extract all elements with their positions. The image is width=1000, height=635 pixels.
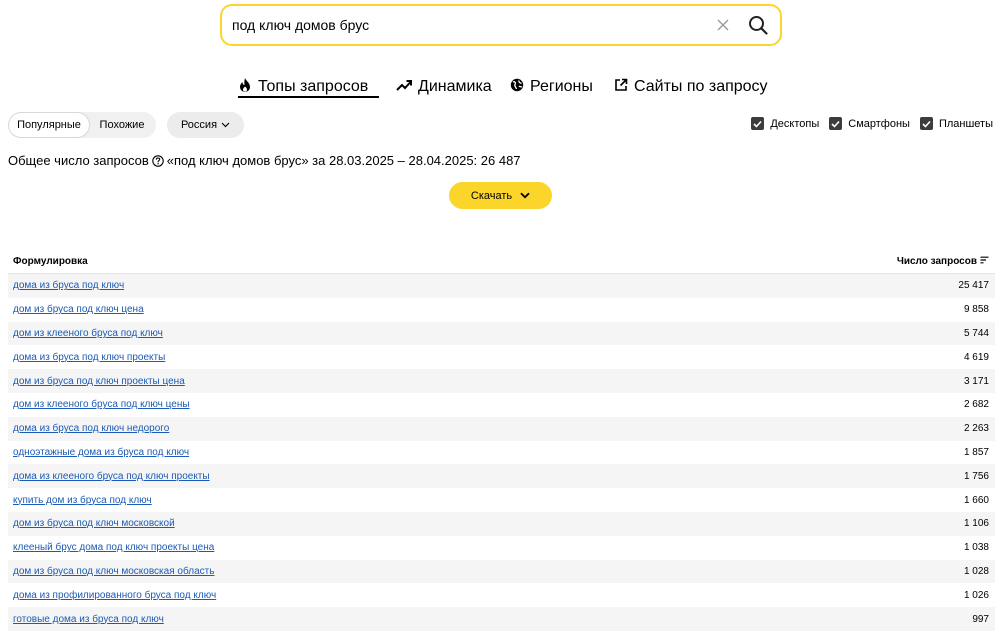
help-icon[interactable] [152, 154, 164, 167]
download-button[interactable]: Скачать [449, 182, 552, 209]
query-count: 3 171 [963, 375, 989, 387]
table-row: дом из бруса под ключ московская область… [8, 559, 995, 584]
query-link[interactable]: дома из бруса под ключ недорого [13, 423, 169, 434]
checkbox-checked-icon [751, 117, 765, 130]
clear-icon[interactable] [712, 14, 734, 36]
trend-up-icon [396, 78, 412, 97]
mode-switch: Популярные Похожие [8, 112, 156, 138]
search-bar [220, 4, 782, 46]
summary-prefix: Общее число запросов [8, 153, 149, 168]
active-tab-indicator [238, 96, 379, 98]
checkbox-label: Десктопы [770, 117, 820, 130]
device-filters: Десктопы Смартфоны Планшеты [751, 117, 993, 130]
table-row: дом из бруса под ключ проекты цена 3 171 [8, 369, 995, 393]
checkbox-label: Планшеты [938, 117, 993, 130]
query-count: 9 858 [963, 304, 989, 316]
region-label: Россия [180, 119, 218, 131]
query-link[interactable]: дом из бруса под ключ московская область [13, 566, 214, 577]
table-row: купить дом из бруса под ключ 1 660 [8, 488, 995, 512]
external-link-icon [614, 78, 628, 97]
query-link[interactable]: готовые дома из бруса под ключ [13, 614, 164, 625]
checkbox-label: Смартфоны [848, 117, 910, 130]
query-link[interactable]: клееный брус дома под ключ проекты цена [13, 542, 214, 553]
checkbox-tablets[interactable]: Планшеты [919, 117, 993, 130]
table-row: готовые дома из бруса под ключ 997 [8, 607, 995, 631]
tab-label: Динамика [418, 78, 492, 95]
table-row: дом из клееного бруса под ключ цены 2 682 [8, 393, 995, 417]
column-header-count[interactable]: Число запросов [897, 256, 989, 267]
tab-regions[interactable]: Регионы [510, 76, 593, 98]
query-count: 25 417 [958, 280, 989, 292]
mode-popular[interactable]: Популярные [9, 113, 89, 137]
table-body: дома из бруса под ключ 25 417 дом из бруса… [8, 274, 995, 631]
tab-label: Сайты по запросу [634, 78, 768, 95]
sort-icon [980, 256, 989, 267]
region-select[interactable]: Россия [167, 112, 244, 138]
query-count: 1 756 [963, 470, 989, 482]
table-header: Формулировка Число запросов [8, 250, 995, 274]
query-link[interactable]: дома из профилированного бруса под ключ [13, 590, 216, 601]
query-count: 1 038 [963, 542, 989, 554]
table-row: дом из бруса под ключ цена 9 858 [8, 298, 995, 322]
column-header-phrase: Формулировка [13, 256, 88, 267]
column-header-count-label: Число запросов [896, 256, 977, 267]
query-count: 1 660 [963, 494, 989, 506]
search-icon[interactable] [746, 13, 770, 37]
total-summary: Общее число запросов «под ключ домов бру… [8, 153, 521, 168]
tab-label: Топы запросов [258, 78, 369, 95]
query-link[interactable]: дом из клееного бруса под ключ [13, 328, 163, 339]
query-count: 1 028 [963, 565, 989, 577]
download-label: Скачать [470, 189, 513, 202]
checkbox-checked-icon [919, 117, 933, 130]
query-count: 2 263 [963, 423, 989, 435]
tab-top-queries[interactable]: Топы запросов [238, 76, 368, 98]
query-link[interactable]: одноэтажные дома из бруса под ключ [13, 447, 189, 458]
tab-bar: Топы запросов Динамика Регионы Сайты по … [238, 76, 768, 98]
table-row: дом из клееного бруса под ключ 5 744 [8, 321, 995, 346]
tab-label: Регионы [530, 78, 593, 95]
query-count: 1 106 [963, 518, 989, 530]
tab-dynamics[interactable]: Динамика [396, 76, 492, 98]
chevron-down-icon [520, 190, 530, 202]
query-link[interactable]: дом из бруса под ключ московской [13, 518, 175, 529]
checkbox-checked-icon [829, 117, 843, 130]
globe-icon [510, 78, 524, 97]
tab-sites[interactable]: Сайты по запросу [614, 76, 768, 98]
table-row: дом из бруса под ключ московской 1 106 [8, 511, 995, 536]
table-row: клееный брус дома под ключ проекты цена 1… [8, 536, 995, 560]
query-link[interactable]: дом из клееного бруса под ключ цены [13, 399, 190, 410]
table-row: одноэтажные дома из бруса под ключ 1 857 [8, 441, 995, 465]
query-link[interactable]: дома из бруса под ключ проекты [13, 352, 165, 363]
table-row: дома из бруса под ключ недорого 2 263 [8, 416, 995, 441]
query-link[interactable]: дома из бруса под ключ [13, 280, 124, 291]
query-count: 2 682 [963, 399, 989, 411]
chevron-down-icon [221, 119, 230, 131]
query-count: 5 744 [963, 327, 989, 339]
table-row: дома из бруса под ключ 25 417 [8, 274, 995, 298]
query-link[interactable]: дом из бруса под ключ проекты цена [13, 376, 185, 387]
query-link[interactable]: дома из клееного бруса под ключ проекты [13, 471, 210, 482]
table-row: дома из бруса под ключ проекты 4 619 [8, 345, 995, 369]
table-row: дома из клееного бруса под ключ проекты 1… [8, 464, 995, 489]
table-row: дома из профилированного бруса под ключ 1… [8, 583, 995, 607]
checkbox-desktop[interactable]: Десктопы [751, 117, 819, 130]
fire-icon [238, 77, 252, 98]
queries-table: Формулировка Число запросов дома из брус… [8, 250, 995, 631]
search-input[interactable] [232, 6, 712, 44]
mode-similar[interactable]: Похожие [89, 113, 155, 137]
summary-text: «под ключ домов брус» за 28.03.2025 – 28… [166, 153, 521, 168]
query-count: 4 619 [963, 351, 989, 363]
query-link[interactable]: дом из бруса под ключ цена [13, 304, 144, 315]
query-count: 1 857 [963, 446, 989, 458]
checkbox-smartphones[interactable]: Смартфоны [829, 117, 910, 130]
query-link[interactable]: купить дом из бруса под ключ [13, 495, 152, 506]
query-count: 997 [972, 613, 989, 625]
query-count: 1 026 [963, 589, 989, 601]
